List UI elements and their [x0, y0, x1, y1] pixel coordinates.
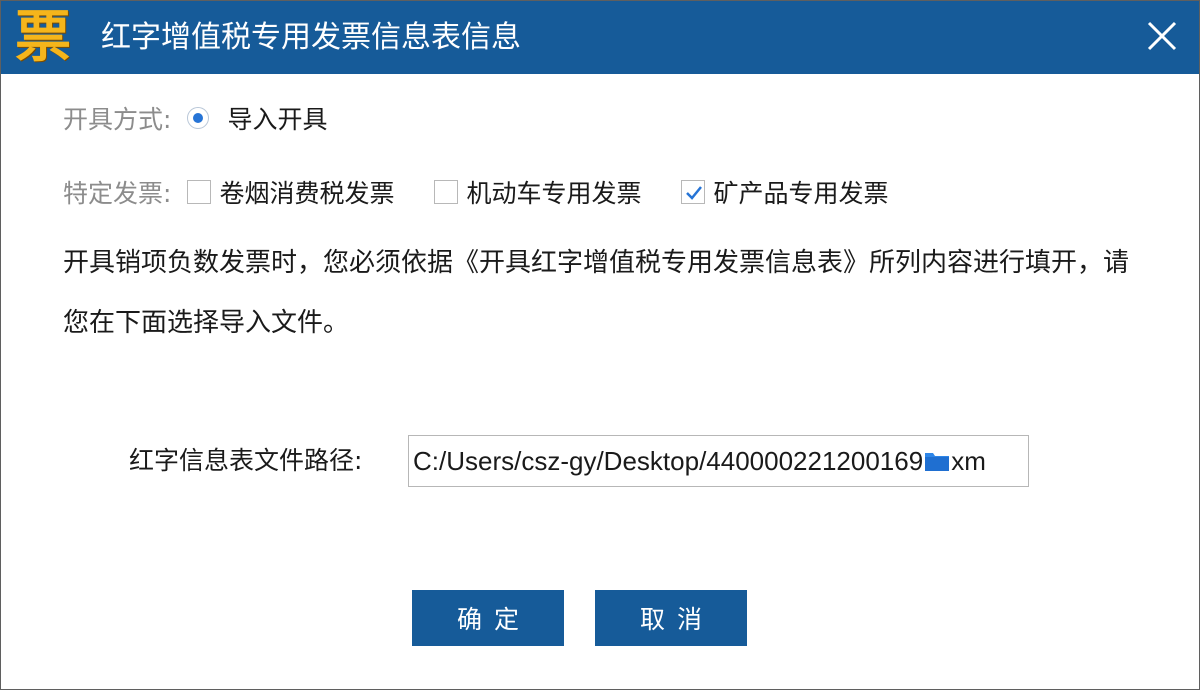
instruction-text: 开具销项负数发票时，您必须依据《开具红字增值税专用发票信息表》所列内容进行填开，…	[63, 248, 1130, 338]
mineral-product-invoice-checkbox[interactable]	[681, 180, 706, 204]
file-path-label: 红字信息表文件路径:	[129, 446, 363, 475]
file-path-value-end: xm	[951, 446, 986, 476]
invoice-app-icon: 票	[15, 5, 71, 70]
cancel-button[interactable]: 取消	[595, 590, 747, 646]
special-invoice-label: 特定发票:	[63, 179, 172, 208]
mineral-product-invoice-option[interactable]: 矿产品专用发票	[681, 174, 888, 210]
cigarette-tax-invoice-option[interactable]: 卷烟消费税发票	[187, 174, 394, 210]
window-title: 红字增值税专用发票信息表信息	[101, 20, 521, 55]
cigarette-tax-invoice-label[interactable]: 卷烟消费税发票	[219, 174, 394, 210]
checkmark-icon	[686, 186, 703, 200]
file-path-input[interactable]: C:/Users/csz-gy/Desktop/440000221200169 …	[408, 435, 1029, 487]
motor-vehicle-invoice-label[interactable]: 机动车专用发票	[466, 174, 641, 210]
import-issue-label[interactable]: 导入开具	[227, 100, 327, 136]
radio-selected-dot	[193, 113, 204, 123]
motor-vehicle-invoice-option[interactable]: 机动车专用发票	[434, 174, 641, 210]
ok-button[interactable]: 确定	[412, 590, 564, 646]
red-invoice-info-dialog: 票 红字增值税专用发票信息表信息 开具方式: 导入开具 特定发票: 卷烟消费税发…	[0, 0, 1200, 690]
import-issue-radio[interactable]	[187, 107, 210, 129]
title-bar: 票 红字增值税专用发票信息表信息	[1, 1, 1199, 74]
special-invoice-row: 特定发票: 卷烟消费税发票 机动车专用发票 矿产品专用发票	[63, 172, 928, 212]
close-button[interactable]	[1141, 13, 1183, 59]
issue-mode-label: 开具方式:	[63, 105, 172, 134]
folder-icon	[925, 453, 950, 471]
cigarette-tax-invoice-checkbox[interactable]	[187, 180, 212, 204]
motor-vehicle-invoice-checkbox[interactable]	[434, 180, 459, 204]
file-path-value: C:/Users/csz-gy/Desktop/440000221200169	[413, 446, 924, 476]
mineral-product-invoice-label[interactable]: 矿产品专用发票	[713, 174, 888, 210]
close-icon	[1147, 21, 1177, 51]
issue-mode-row: 开具方式: 导入开具	[63, 98, 327, 138]
